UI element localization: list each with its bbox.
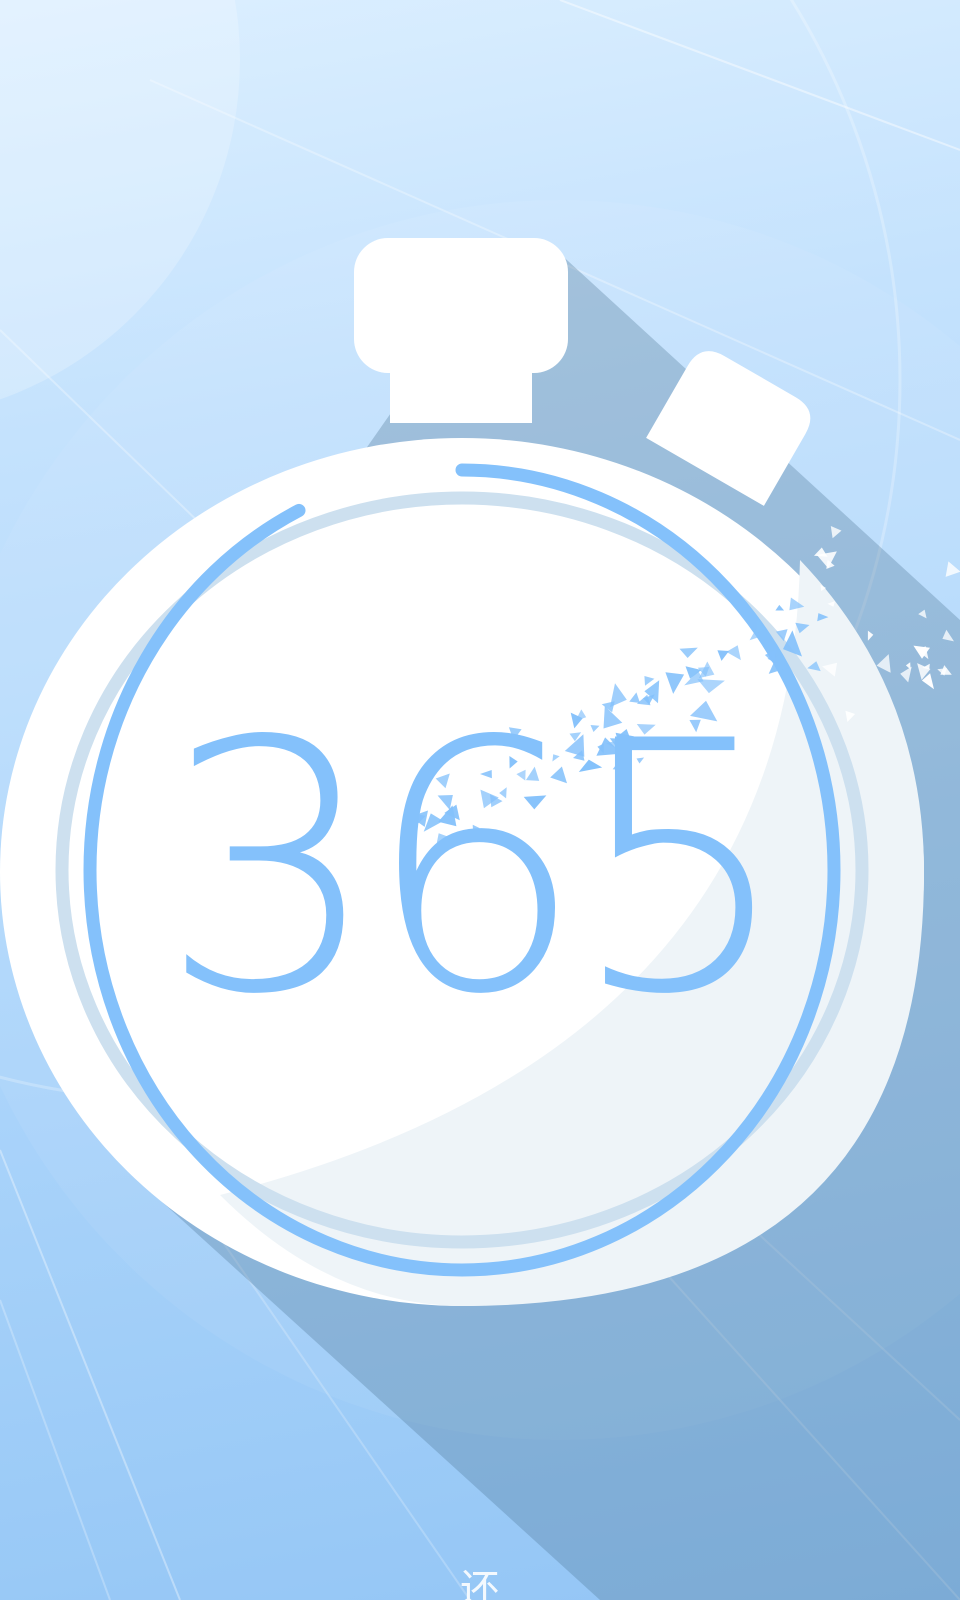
bottom-caption: 还 bbox=[460, 1567, 500, 1600]
app-number: 365 bbox=[160, 669, 791, 1070]
splash-screen: 365 还 bbox=[0, 0, 960, 1600]
